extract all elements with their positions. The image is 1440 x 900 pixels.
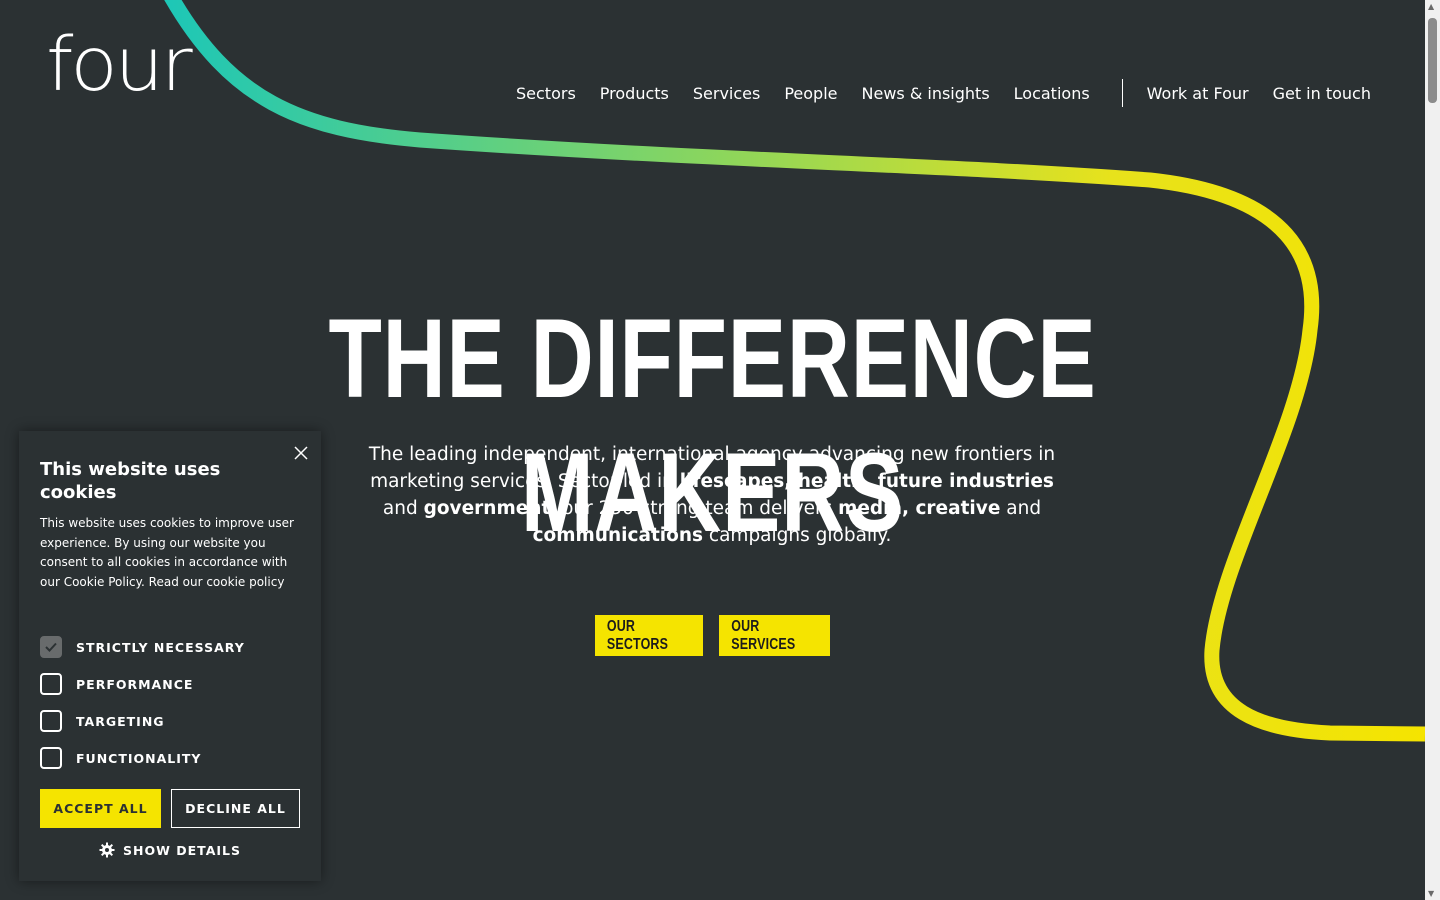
nav-work-at-four[interactable]: Work at Four	[1147, 84, 1249, 103]
checkbox[interactable]	[40, 747, 62, 769]
option-label: FUNCTIONALITY	[76, 750, 202, 766]
cookie-consent-panel: This website uses cookies This website u…	[19, 431, 321, 881]
cookie-description: This website uses cookies to improve use…	[40, 516, 294, 589]
decline-all-button[interactable]: DECLINE ALL	[171, 789, 300, 828]
scrollbar-thumb[interactable]	[1428, 18, 1437, 103]
our-services-button[interactable]: OUR SERVICES	[719, 615, 830, 656]
our-services-label: OUR SERVICES	[731, 617, 796, 653]
nav-locations[interactable]: Locations	[1014, 84, 1090, 103]
nav-get-in-touch[interactable]: Get in touch	[1273, 84, 1371, 103]
scroll-up-icon[interactable]: ▲	[1428, 2, 1434, 11]
show-details-label: SHOW DETAILS	[123, 842, 241, 858]
check-icon	[45, 642, 57, 652]
hero-text-segment: campaigns globally.	[703, 525, 892, 546]
page-scrollbar[interactable]: ▲ ▼	[1425, 0, 1440, 900]
checkbox[interactable]	[40, 673, 62, 695]
nav-people[interactable]: People	[784, 84, 837, 103]
hero-description: The leading independent, international a…	[352, 441, 1072, 549]
option-label: STRICTLY NECESSARY	[76, 639, 245, 655]
accept-all-button[interactable]: ACCEPT ALL	[40, 789, 161, 828]
hero-text-emphasis: government	[423, 498, 551, 519]
gear-icon	[99, 842, 115, 858]
our-sectors-button[interactable]: OUR SECTORS	[595, 615, 703, 656]
option-label: PERFORMANCE	[76, 676, 194, 692]
cookie-option-performance[interactable]: PERFORMANCE	[40, 673, 193, 695]
hero-text-emphasis: communications	[532, 525, 704, 546]
cookie-option-functionality[interactable]: FUNCTIONALITY	[40, 747, 201, 769]
nav-sectors[interactable]: Sectors	[516, 84, 576, 103]
nav-divider	[1121, 79, 1123, 107]
cookie-title: This website uses cookies	[40, 459, 221, 503]
main-navigation: Sectors Products Services People News & …	[504, 79, 1383, 107]
our-sectors-label: OUR SECTORS	[606, 617, 669, 653]
option-label: TARGETING	[76, 713, 165, 729]
scroll-down-icon[interactable]: ▼	[1428, 889, 1434, 898]
hero-text-emphasis: media, creative	[838, 498, 1001, 519]
cookie-option-targeting[interactable]: TARGETING	[40, 710, 165, 732]
four-logo[interactable]: four	[46, 28, 193, 102]
close-icon[interactable]	[293, 445, 309, 461]
show-details-link[interactable]: SHOW DETAILS	[19, 842, 321, 858]
nav-news-insights[interactable]: News & insights	[862, 84, 990, 103]
cookie-option-strictly-necessary[interactable]: STRICTLY NECESSARY	[40, 636, 245, 658]
nav-products[interactable]: Products	[600, 84, 669, 103]
hero-text-segment: and	[1000, 498, 1042, 519]
hero-text-segment: and	[382, 498, 424, 519]
nav-services[interactable]: Services	[693, 84, 760, 103]
hero-text-segment: , our 250-strong team delivers	[550, 498, 839, 519]
checkbox-checked[interactable]	[40, 636, 62, 658]
hero-text-emphasis: lifescapes, health, future industries	[679, 471, 1054, 492]
checkbox[interactable]	[40, 710, 62, 732]
